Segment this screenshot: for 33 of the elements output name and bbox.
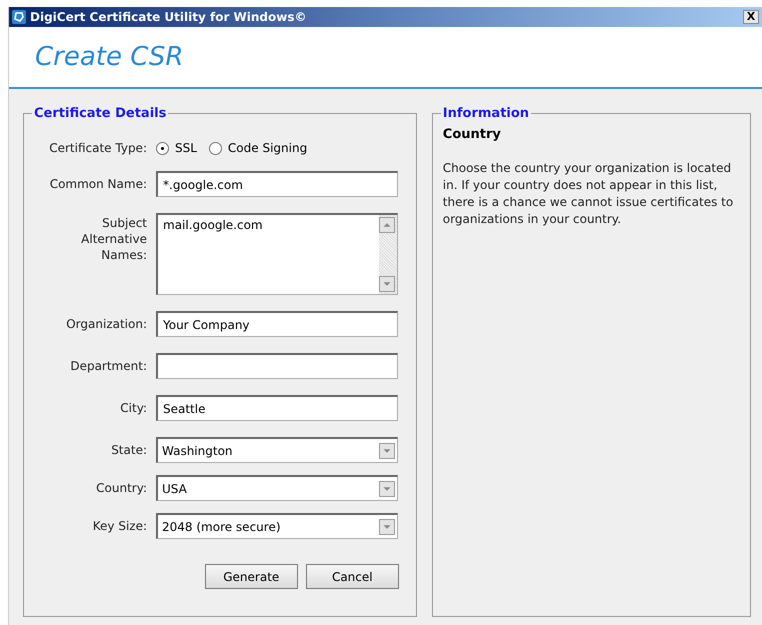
radio-button[interactable] [156,142,169,154]
close-button[interactable]: X [743,10,759,24]
field-label: Certificate Type: [48,140,147,155]
scroll-up-icon[interactable] [379,217,395,233]
dropdown[interactable]: 2048 (more secure) [156,513,398,539]
info-heading: Country [442,127,502,142]
scroll-down-icon[interactable] [379,276,395,292]
text-field[interactable]: Seattle [156,395,398,421]
field-label: Country: [95,480,147,495]
panel-legend: Information [440,106,532,121]
page-title: Create CSR [35,42,184,72]
field-label: State: [110,442,147,457]
window-title: DigiCert Certificate Utility for Windows© [30,10,308,24]
field-label: Organization: [65,316,147,331]
dialog-button[interactable]: Generate [204,564,298,589]
dropdown[interactable]: USA [156,475,398,501]
field-label: Subject Alternative Names: [80,215,147,263]
app-logo-icon [12,10,26,24]
dialog-button[interactable]: Cancel [306,564,399,589]
panel-legend: Certificate Details [32,106,168,121]
field-label: Department: [69,358,147,373]
text-field[interactable]: Your Company [156,311,398,337]
radio-label: SSL [175,141,197,155]
radio-label: Code Signing [228,141,308,155]
field-label: City: [119,400,147,415]
text-field[interactable] [156,353,398,379]
text-area[interactable]: mail.google.com [156,213,398,295]
dropdown[interactable]: Washington [156,437,398,463]
info-text: Choose the country your organization is located in. If your country does not appear in this list, there is a chance we cannot issue certificates to organizations in your country. [442,160,734,228]
text-field[interactable]: *.google.com [156,171,398,197]
field-label: Common Name: [48,176,147,191]
radio-button[interactable] [208,142,222,154]
field-label: Key Size: [92,518,147,533]
